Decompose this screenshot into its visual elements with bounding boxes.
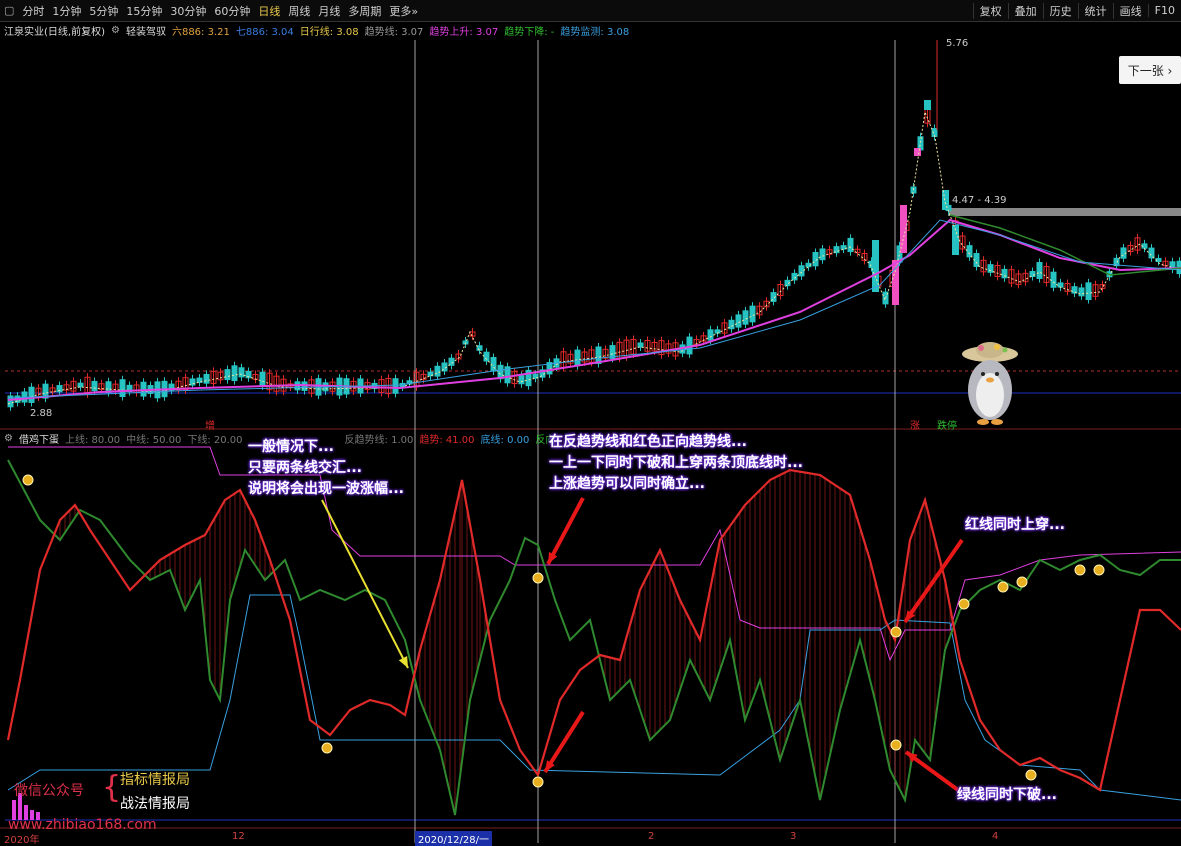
brace-glyph: { [102, 770, 122, 805]
reverse-trend-line [7, 459, 1181, 816]
yellow-arrow [321, 499, 409, 669]
box-price-label: 4.47 - 4.39 [952, 195, 1007, 206]
bottom-line-value: 底线: 0.00 [480, 435, 530, 446]
price-zone-box [948, 208, 1181, 216]
marker-zhang: 涨 [910, 421, 920, 432]
signal-dot [1093, 564, 1105, 576]
candle [914, 148, 921, 156]
penguin-mascot-image [962, 342, 1018, 425]
annotation-2: 在反趋势线和红色正向趋势线... 一上一下同时下破和上穿两条顶底线时... 上涨… [549, 434, 803, 492]
upper-line-value: 上线: 80.00 [64, 435, 121, 446]
red-arrow-1 [546, 497, 585, 565]
xaxis-3: 3 [790, 831, 797, 842]
xaxis-12: 12 [232, 831, 245, 842]
sub-gear-icon[interactable]: ⚙ [4, 433, 13, 444]
signal-dot [958, 598, 970, 610]
signal-dot [22, 474, 34, 486]
account-names: 指标情报局 战法情报局 [120, 772, 190, 812]
lower-line-value: 下线: 20.00 [187, 435, 243, 446]
annotation-1: 一般情况下... 只要两条线交汇... 说明将会出现一波涨幅... [248, 439, 404, 497]
signal-dot [1016, 576, 1028, 588]
sub-indicator-name[interactable]: 借鸡下蛋 [19, 431, 59, 446]
arrows-group [321, 497, 964, 792]
sub-lines-group [6, 446, 1181, 816]
candle [942, 190, 949, 210]
hatch-group [54, 470, 951, 815]
signal-dot [1025, 769, 1037, 781]
low-price-label: 2.88 [30, 408, 53, 419]
xaxis-year: 2020年 [4, 835, 40, 846]
candle [924, 100, 931, 110]
trend-value: 趋势: 41.00 [419, 435, 475, 446]
signal-dot [890, 739, 902, 751]
signal-dot [1074, 564, 1086, 576]
high-price-label: 5.76 [946, 38, 969, 49]
xaxis-2: 2 [648, 831, 655, 842]
annotation-4: 绿线同时下破... [957, 787, 1057, 803]
signal-dot [321, 742, 333, 754]
red-arrow-3 [903, 538, 964, 624]
xaxis-4: 4 [992, 831, 999, 842]
annotation-3: 红线同时上穿... [965, 517, 1065, 533]
signal-dot [532, 776, 544, 788]
wechat-label: 微信公众号 [14, 783, 84, 799]
next-image-button[interactable]: 下一张 › [1119, 56, 1181, 84]
signal-dot [890, 626, 902, 638]
xaxis-selected-date: 2020/12/28/一 [415, 831, 493, 846]
candle [892, 260, 899, 305]
middle-line-value: 中线: 50.00 [126, 435, 182, 446]
signal-dot [532, 572, 544, 584]
marker-zeng: 增 [205, 421, 215, 432]
signal-dot [997, 581, 1009, 593]
